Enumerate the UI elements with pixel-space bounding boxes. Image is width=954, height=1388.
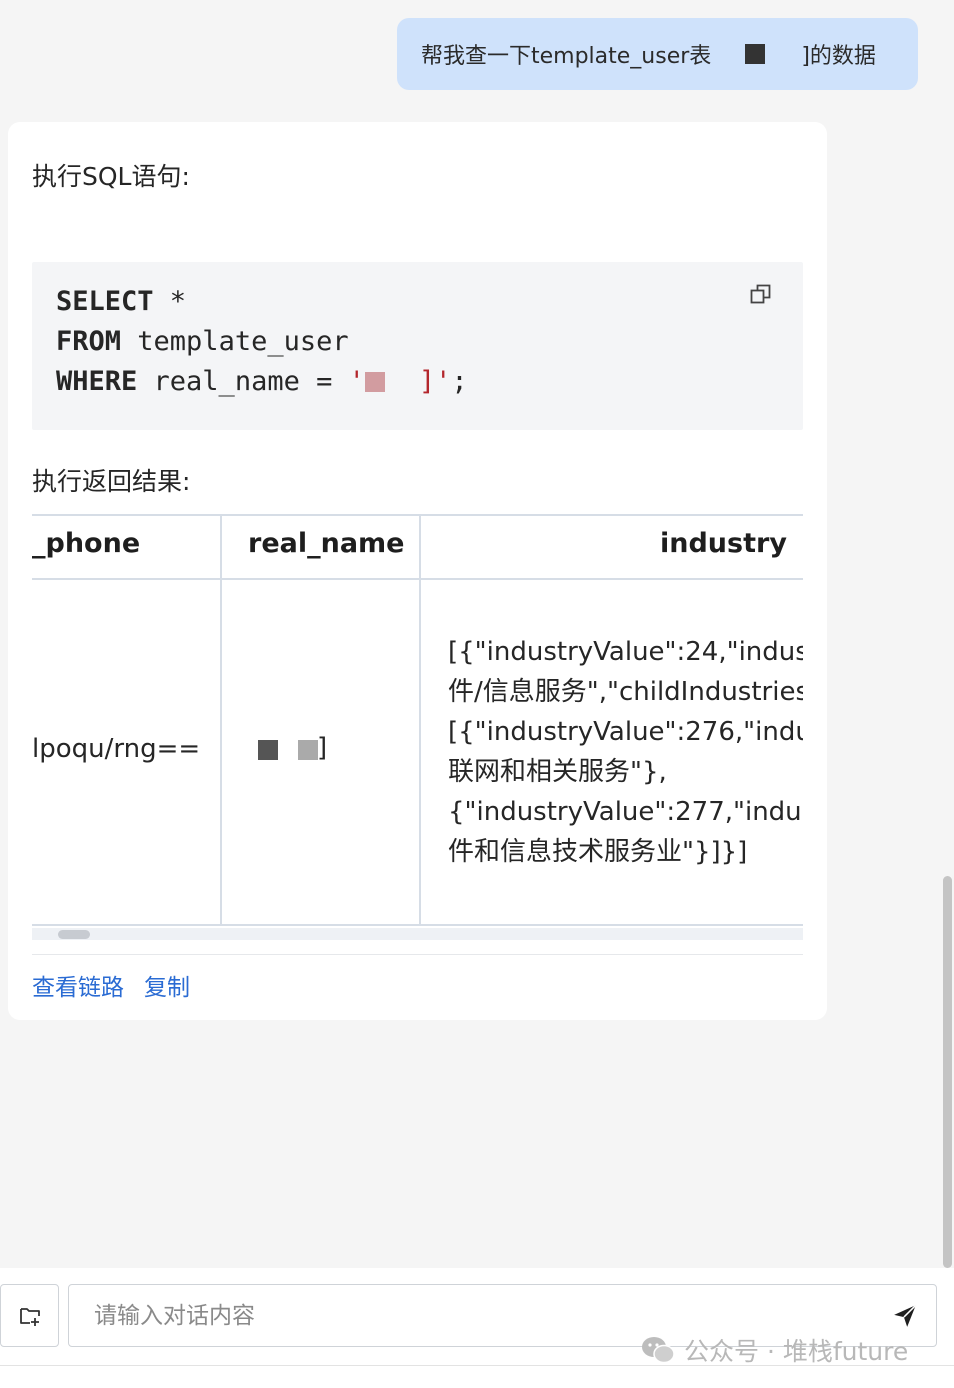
sql-line-2: FROM template_user bbox=[56, 326, 349, 357]
watermark-text: 公众号 · 堆栈future bbox=[684, 1337, 909, 1366]
sql-line-3: WHERE real_name = ']'; bbox=[56, 366, 468, 397]
user-message-bubble: 帮我查一下template_user表 ]的数据 bbox=[397, 18, 918, 90]
redacted-block bbox=[745, 44, 766, 64]
table-horizontal-scrollbar[interactable] bbox=[32, 928, 803, 940]
redacted-block bbox=[364, 372, 385, 392]
copy-link[interactable]: 复制 bbox=[144, 968, 190, 1002]
sql-section-label: 执行SQL语句: bbox=[32, 162, 190, 191]
wechat-icon bbox=[642, 1337, 675, 1364]
cell-phone: lpoqu/rng== bbox=[32, 734, 201, 764]
watermark: 公众号 · 堆栈future bbox=[640, 1332, 908, 1368]
send-icon[interactable] bbox=[892, 1303, 918, 1329]
attach-button[interactable] bbox=[0, 1284, 59, 1347]
user-message-text-end: ]的数据 bbox=[801, 44, 876, 69]
cell-industry: [{"industryValue":24,"indust 件/信息服务","ch… bbox=[448, 637, 803, 867]
scrollbar-thumb[interactable] bbox=[58, 930, 90, 939]
column-header-phone: _phone bbox=[32, 528, 141, 559]
copy-icon[interactable] bbox=[749, 282, 773, 306]
redacted-block bbox=[298, 740, 318, 760]
column-header-industry: industry bbox=[660, 528, 787, 559]
cell-real-name: ] bbox=[317, 733, 328, 763]
result-section-label: 执行返回结果: bbox=[32, 467, 191, 496]
redacted-block bbox=[258, 740, 278, 760]
view-trace-link[interactable]: 查看链路 bbox=[32, 968, 124, 1002]
sql-line-1: SELECT * bbox=[56, 286, 187, 317]
sql-code-block: SELECT * FROM template_user WHERE real_n… bbox=[32, 262, 803, 430]
result-table: _phone real_name industry lpoqu/rng== ] … bbox=[32, 514, 803, 938]
folder-add-icon bbox=[19, 1307, 40, 1326]
answer-card: 执行SQL语句: SELECT * FROM template_user WHE… bbox=[8, 122, 827, 1020]
column-header-real-name: real_name bbox=[248, 528, 405, 559]
page-scrollbar[interactable] bbox=[943, 876, 952, 1268]
user-message-text-start: 帮我查一下template_user表 bbox=[421, 44, 712, 69]
